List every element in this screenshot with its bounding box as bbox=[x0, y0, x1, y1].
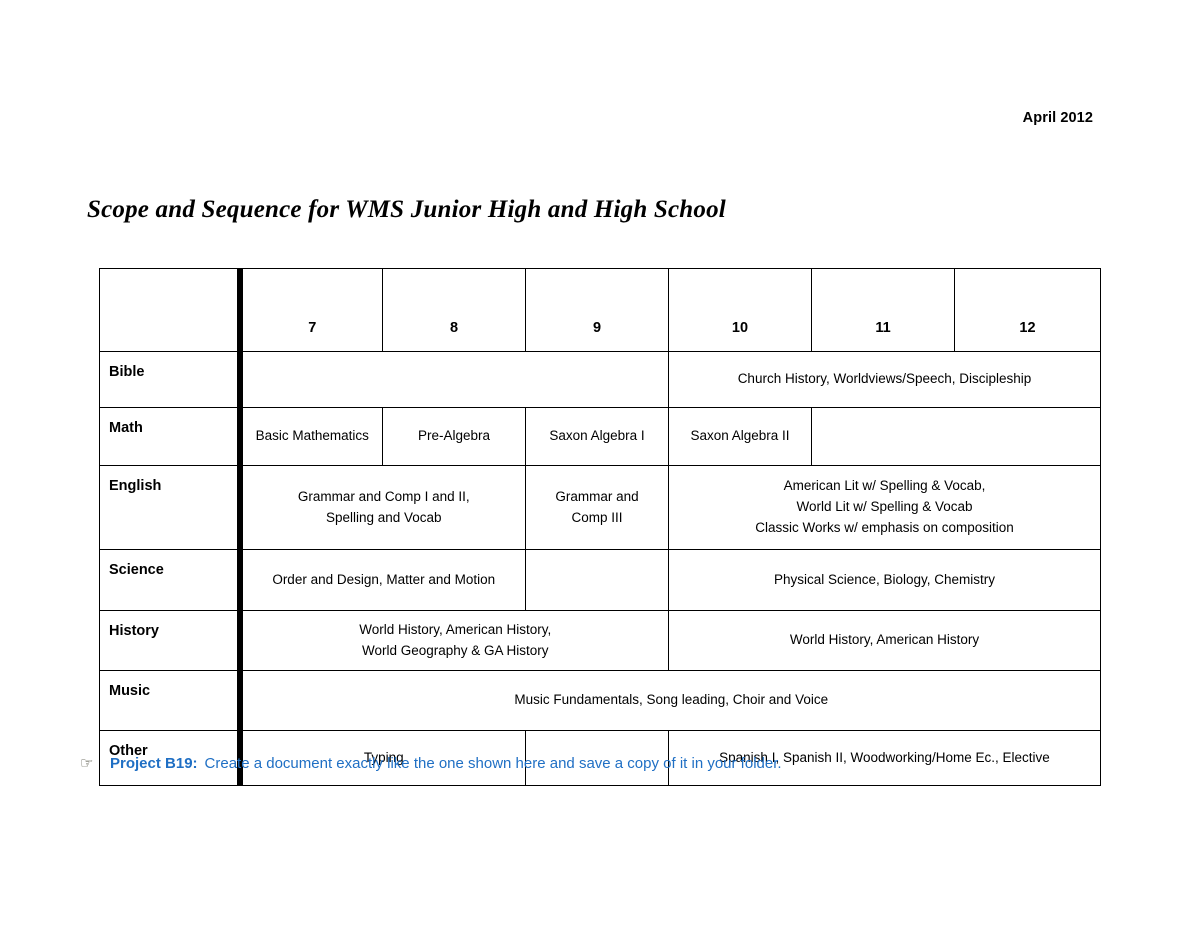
project-instruction-text: Create a document exactly like the one s… bbox=[204, 755, 782, 772]
cell-math-11-12 bbox=[811, 407, 1101, 466]
table-row: Math Basic Mathematics Pre-Algebra Saxon… bbox=[99, 407, 1101, 466]
table-row: Science Order and Design, Matter and Mot… bbox=[99, 549, 1101, 611]
cell-history-10-12: World History, American History bbox=[668, 610, 1101, 671]
cell-math-8: Pre-Algebra bbox=[382, 407, 526, 466]
cell-english-9: Grammar and Comp III bbox=[525, 465, 669, 550]
subject-label-english: English bbox=[99, 465, 243, 550]
table-row: Bible Church History, Worldviews/Speech,… bbox=[99, 351, 1101, 408]
cell-bible-10-12: Church History, Worldviews/Speech, Disci… bbox=[668, 351, 1101, 408]
subject-label-math: Math bbox=[99, 407, 243, 466]
scope-and-sequence-table: 7 8 9 10 11 12 Bible Church History, Wor… bbox=[99, 268, 1101, 786]
table-row: History World History, American History,… bbox=[99, 610, 1101, 671]
cell-math-9: Saxon Algebra I bbox=[525, 407, 669, 466]
grade-header-11: 11 bbox=[811, 268, 955, 352]
project-note: ☞ Project B19: Create a document exactly… bbox=[80, 755, 782, 772]
subject-label-science: Science bbox=[99, 549, 243, 611]
cell-math-7: Basic Mathematics bbox=[239, 407, 383, 466]
grade-header-7: 7 bbox=[239, 268, 383, 352]
pointing-hand-icon: ☞ bbox=[80, 755, 94, 772]
table-corner-cell bbox=[99, 268, 243, 352]
table-header-row: 7 8 9 10 11 12 bbox=[99, 268, 1101, 352]
cell-science-9 bbox=[525, 549, 669, 611]
cell-bible-7-9 bbox=[239, 351, 669, 408]
page-title: Scope and Sequence for WMS Junior High a… bbox=[87, 196, 726, 223]
cell-science-10-12: Physical Science, Biology, Chemistry bbox=[668, 549, 1101, 611]
table-row: Music Music Fundamentals, Song leading, … bbox=[99, 670, 1101, 731]
cell-history-7-9: World History, American History, World G… bbox=[239, 610, 669, 671]
table-body: 7 8 9 10 11 12 Bible Church History, Wor… bbox=[99, 268, 1101, 786]
subject-label-music: Music bbox=[99, 670, 243, 731]
grade-header-8: 8 bbox=[382, 268, 526, 352]
cell-science-7-8: Order and Design, Matter and Motion bbox=[239, 549, 526, 611]
document-date: April 2012 bbox=[1022, 110, 1093, 126]
grade-header-9: 9 bbox=[525, 268, 669, 352]
cell-english-10-12: American Lit w/ Spelling & Vocab, World … bbox=[668, 465, 1101, 550]
project-label: Project B19: bbox=[110, 755, 198, 772]
grade-header-10: 10 bbox=[668, 268, 812, 352]
table-row: English Grammar and Comp I and II, Spell… bbox=[99, 465, 1101, 550]
cell-math-10: Saxon Algebra II bbox=[668, 407, 812, 466]
document-page: April 2012 Scope and Sequence for WMS Ju… bbox=[0, 0, 1200, 927]
cell-music-7-12: Music Fundamentals, Song leading, Choir … bbox=[239, 670, 1101, 731]
subject-label-history: History bbox=[99, 610, 243, 671]
subject-label-bible: Bible bbox=[99, 351, 243, 408]
grade-header-12: 12 bbox=[954, 268, 1101, 352]
cell-english-7-8: Grammar and Comp I and II, Spelling and … bbox=[239, 465, 526, 550]
